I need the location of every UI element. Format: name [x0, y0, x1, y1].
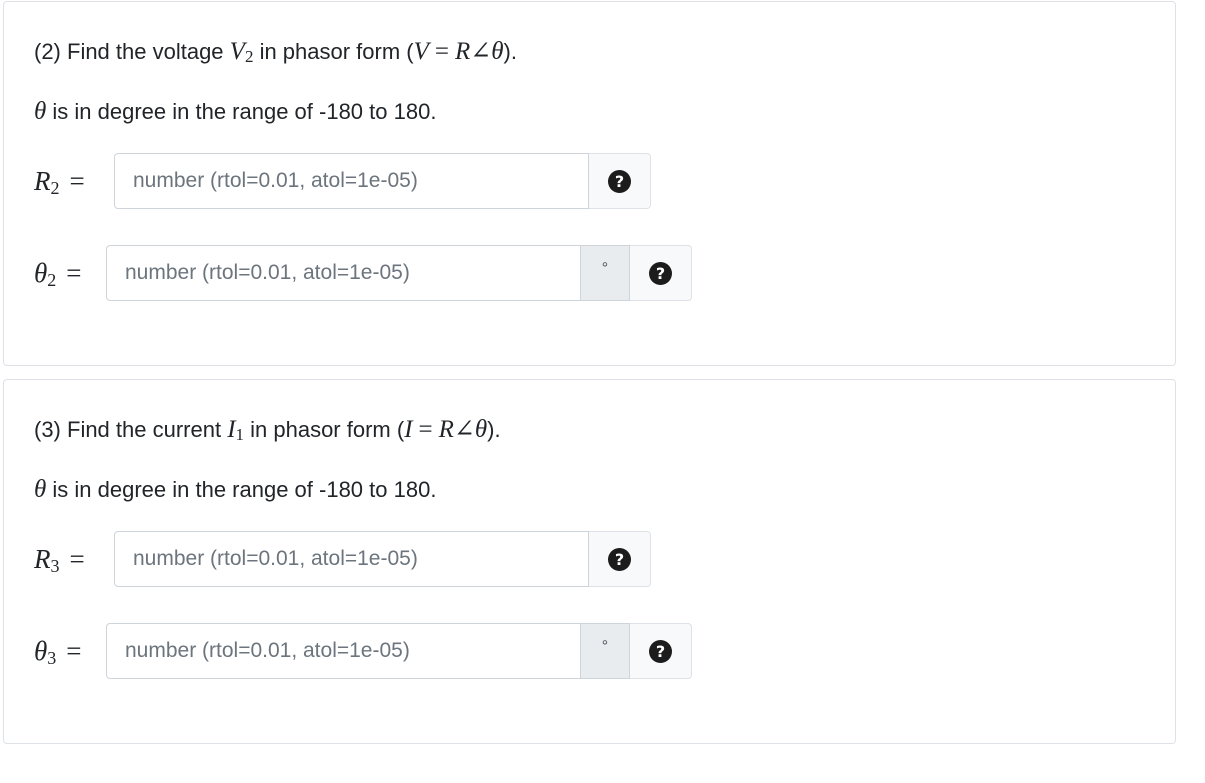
- degree-unit-addon: °: [581, 245, 630, 301]
- question-text: (2) Find the voltage V2 in phasor form (…: [34, 38, 517, 66]
- theta2-help-button[interactable]: ?: [630, 245, 692, 301]
- r3-label: R3 =: [34, 544, 85, 576]
- theta2-label: θ2 =: [34, 258, 82, 290]
- r2-label: R2 =: [34, 166, 85, 198]
- question-card-part-3: (3) Find the current I1 in phasor form (…: [3, 379, 1176, 744]
- r3-input[interactable]: [114, 531, 589, 587]
- question-text: (3) Find the current I1 in phasor form (…: [34, 416, 501, 444]
- question-circle-icon: ?: [608, 169, 631, 193]
- degree-unit-addon: °: [581, 623, 630, 679]
- question-card-part-2: (2) Find the voltage V2 in phasor form (…: [3, 1, 1176, 366]
- theta3-label: θ3 =: [34, 636, 82, 668]
- question-circle-icon: ?: [649, 261, 672, 285]
- theta3-input[interactable]: [106, 623, 581, 679]
- r2-help-button[interactable]: ?: [589, 153, 651, 209]
- r2-input-group: ?: [114, 153, 651, 209]
- question-circle-icon: ?: [608, 547, 631, 571]
- theta2-input-group: ° ?: [106, 245, 692, 301]
- r3-input-group: ?: [114, 531, 651, 587]
- question-circle-icon: ?: [649, 639, 672, 663]
- angle-range-note: θ is in degree in the range of -180 to 1…: [34, 98, 437, 125]
- theta3-input-group: ° ?: [106, 623, 692, 679]
- r2-input[interactable]: [114, 153, 589, 209]
- angle-range-note: θ is in degree in the range of -180 to 1…: [34, 476, 437, 503]
- theta2-input[interactable]: [106, 245, 581, 301]
- r3-help-button[interactable]: ?: [589, 531, 651, 587]
- theta3-help-button[interactable]: ?: [630, 623, 692, 679]
